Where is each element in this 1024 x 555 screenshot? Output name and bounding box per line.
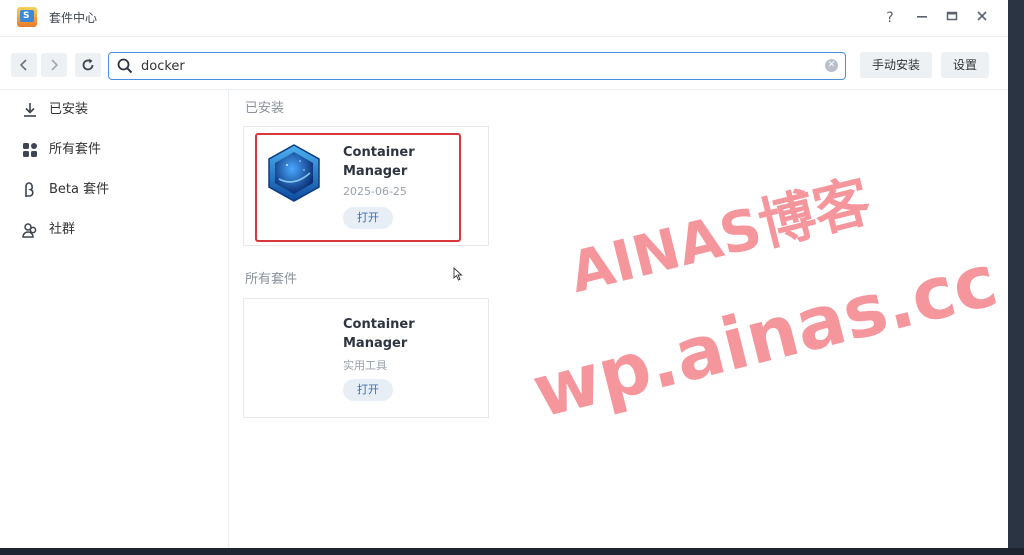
- maximize-button[interactable]: [942, 8, 962, 28]
- forward-button[interactable]: [41, 53, 67, 77]
- close-button[interactable]: [972, 8, 992, 28]
- toolbar: ✕ 手动安装 设置: [0, 37, 1008, 90]
- mouse-cursor-icon: [453, 266, 463, 281]
- search-icon: [117, 58, 133, 74]
- beta-icon: [22, 182, 38, 198]
- download-icon: [22, 102, 38, 118]
- sidebar-item-label: 社群: [49, 222, 76, 237]
- grid-icon: [22, 142, 38, 158]
- help-button[interactable]: ?: [880, 8, 900, 28]
- community-icon: [22, 222, 38, 238]
- all-packages-section-title: 所有套件: [245, 272, 298, 287]
- settings-button[interactable]: 设置: [941, 52, 990, 78]
- chevron-left-icon: [19, 59, 27, 71]
- package-category: 实用工具: [343, 359, 387, 372]
- chevron-right-icon: [51, 59, 59, 71]
- sidebar-item-community[interactable]: 社群: [22, 218, 212, 242]
- window-title: 套件中心: [49, 11, 98, 25]
- installed-section-title: 已安装: [245, 101, 285, 116]
- refresh-button[interactable]: [75, 53, 101, 77]
- clear-search-icon[interactable]: ✕: [825, 59, 838, 72]
- highlight-box: [255, 133, 461, 242]
- package-center-window: S 套件中心 ? ✕ 手动安装 设置: [0, 0, 1008, 548]
- sidebar-item-label: 所有套件: [49, 142, 102, 157]
- back-button[interactable]: [11, 53, 37, 77]
- package-name: Container Manager: [343, 317, 415, 351]
- title-bar: S 套件中心 ?: [0, 0, 1008, 37]
- all-package-card[interactable]: Container Manager 实用工具 打开: [243, 298, 489, 418]
- close-icon: [977, 11, 987, 21]
- manual-install-button[interactable]: 手动安装: [860, 52, 933, 78]
- search-input[interactable]: [141, 56, 821, 76]
- minimize-icon: [917, 16, 927, 18]
- desktop-background: [0, 548, 1024, 555]
- sidebar-item-label: 已安装: [49, 102, 89, 117]
- minimize-button[interactable]: [912, 8, 932, 28]
- package-center-icon: S: [17, 7, 37, 27]
- sidebar-item-label: Beta 套件: [49, 182, 110, 197]
- maximize-icon: [946, 11, 958, 21]
- refresh-icon: [82, 58, 94, 71]
- sidebar-item-installed[interactable]: 已安装: [22, 98, 212, 122]
- sidebar-item-beta[interactable]: Beta 套件: [22, 178, 212, 202]
- open-button[interactable]: 打开: [343, 379, 393, 401]
- sidebar-item-all-packages[interactable]: 所有套件: [22, 138, 212, 162]
- search-box[interactable]: ✕: [108, 52, 846, 80]
- sidebar: 已安装 所有套件 Beta 套件 社群: [0, 90, 229, 548]
